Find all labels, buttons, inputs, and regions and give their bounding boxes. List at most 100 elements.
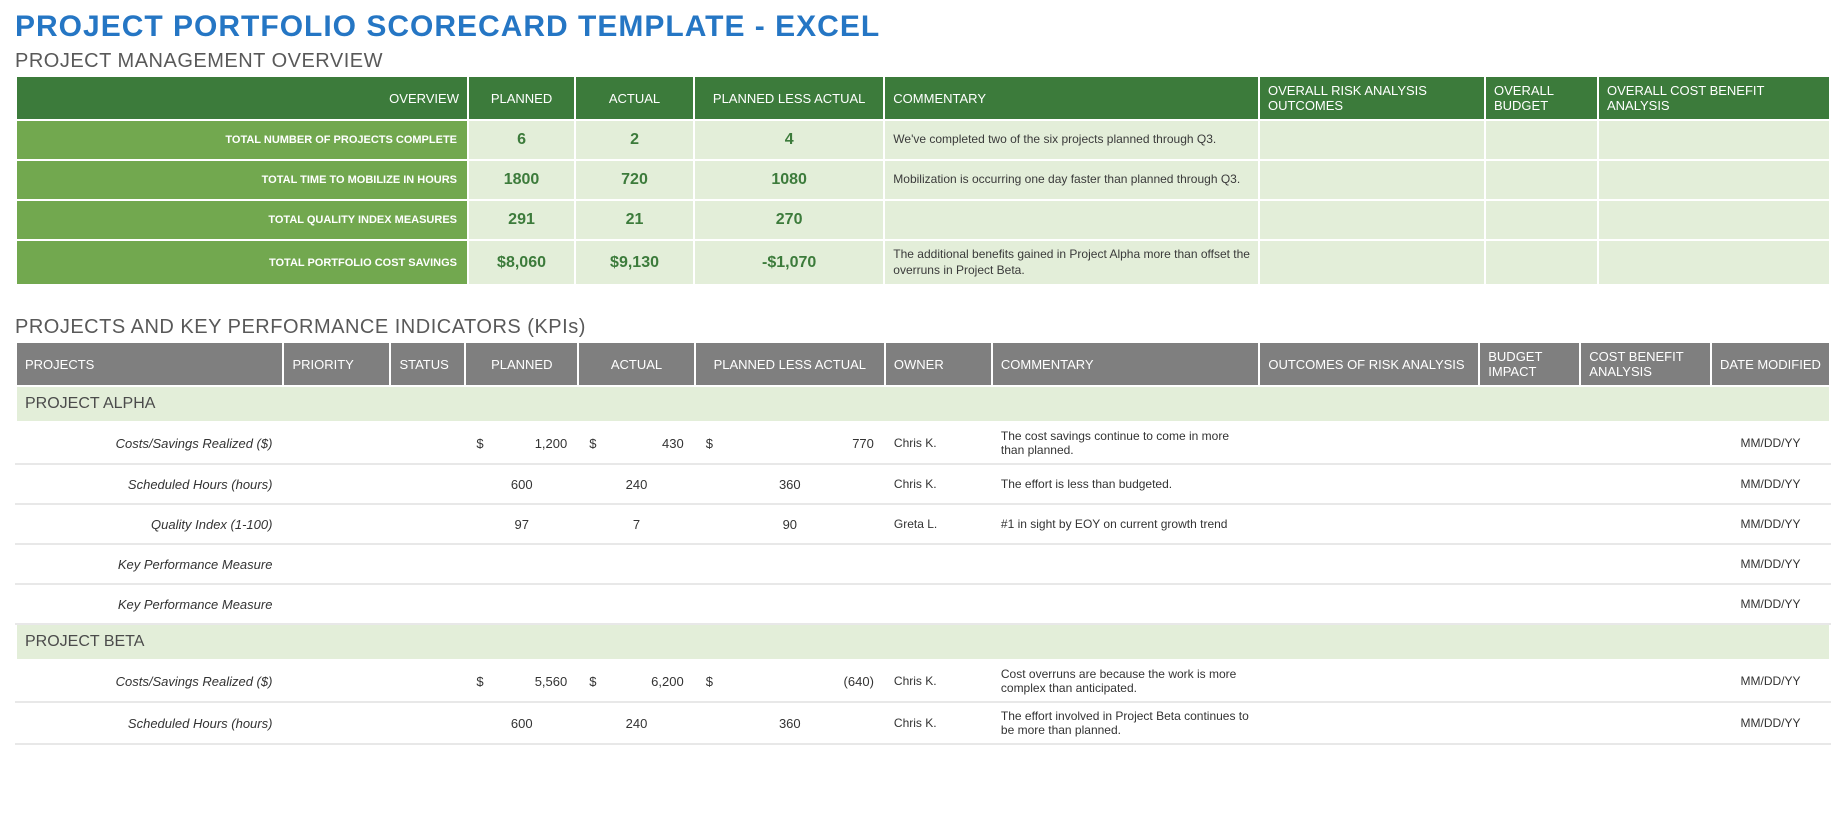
cba-cell[interactable] [1580, 702, 1711, 744]
status-cell[interactable]: YELLOW [390, 660, 465, 702]
kpi-actual[interactable]: 7 [578, 504, 694, 544]
commentary-cell[interactable]: The cost savings continue to come in mor… [992, 422, 1259, 464]
overview-comment[interactable]: We've completed two of the six projects … [884, 120, 1259, 160]
cba-cell[interactable] [1580, 504, 1711, 544]
overview-budget[interactable] [1485, 120, 1598, 160]
risk-cell[interactable] [1259, 422, 1479, 464]
date-modified-cell[interactable]: MM/DD/YY [1711, 544, 1830, 584]
overview-cba[interactable] [1598, 160, 1830, 200]
commentary-cell[interactable] [992, 584, 1259, 624]
overview-cba[interactable] [1598, 200, 1830, 240]
overview-risk[interactable] [1259, 240, 1485, 285]
date-modified-cell[interactable]: MM/DD/YY [1711, 464, 1830, 504]
risk-cell[interactable] [1259, 660, 1479, 702]
overview-actual[interactable]: 2 [575, 120, 694, 160]
date-modified-cell[interactable]: MM/DD/YY [1711, 702, 1830, 744]
commentary-cell[interactable]: Cost overruns are because the work is mo… [992, 660, 1259, 702]
overview-budget[interactable] [1485, 160, 1598, 200]
overview-budget[interactable] [1485, 200, 1598, 240]
budget-impact-cell[interactable] [1479, 504, 1580, 544]
owner-cell[interactable]: Chris K. [885, 660, 992, 702]
budget-impact-cell[interactable] [1479, 584, 1580, 624]
date-modified-cell[interactable]: MM/DD/YY [1711, 422, 1830, 464]
kpi-actual[interactable]: $6,200 [578, 660, 694, 702]
kpi-diff[interactable]: 360 [695, 702, 885, 744]
overview-diff[interactable]: 270 [694, 200, 884, 240]
risk-cell[interactable] [1259, 702, 1479, 744]
status-cell[interactable]: GREEN [390, 544, 465, 584]
overview-planned[interactable]: 1800 [468, 160, 575, 200]
overview-diff[interactable]: 1080 [694, 160, 884, 200]
owner-cell[interactable]: Chris K. [885, 464, 992, 504]
owner-cell[interactable]: Chris K. [885, 422, 992, 464]
cba-cell[interactable] [1580, 422, 1711, 464]
kpi-actual[interactable]: $430 [578, 422, 694, 464]
overview-actual[interactable]: $9,130 [575, 240, 694, 285]
date-modified-cell[interactable]: MM/DD/YY [1711, 504, 1830, 544]
status-cell[interactable]: GREEN [390, 584, 465, 624]
owner-cell[interactable]: Greta L. [885, 504, 992, 544]
priority-cell[interactable]: LOW [283, 544, 390, 584]
status-cell[interactable]: GREY [390, 702, 465, 744]
kpi-diff[interactable]: $770 [695, 422, 885, 464]
risk-cell[interactable] [1259, 504, 1479, 544]
overview-budget[interactable] [1485, 240, 1598, 285]
overview-diff[interactable]: -$1,070 [694, 240, 884, 285]
overview-planned[interactable]: 291 [468, 200, 575, 240]
commentary-cell[interactable]: The effort involved in Project Beta cont… [992, 702, 1259, 744]
cba-cell[interactable] [1580, 464, 1711, 504]
kpi-actual[interactable]: 240 [578, 702, 694, 744]
priority-cell[interactable]: HIGH [283, 660, 390, 702]
kpi-planned[interactable] [465, 544, 578, 584]
kpi-diff[interactable] [695, 544, 885, 584]
priority-cell[interactable]: HIGH [283, 504, 390, 544]
kpi-actual[interactable]: 240 [578, 464, 694, 504]
kpi-diff[interactable]: 90 [695, 504, 885, 544]
overview-planned[interactable]: 6 [468, 120, 575, 160]
overview-diff[interactable]: 4 [694, 120, 884, 160]
kpi-actual[interactable] [578, 544, 694, 584]
cba-cell[interactable] [1580, 584, 1711, 624]
budget-impact-cell[interactable] [1479, 422, 1580, 464]
status-cell[interactable]: RED [390, 464, 465, 504]
overview-actual[interactable]: 720 [575, 160, 694, 200]
overview-actual[interactable]: 21 [575, 200, 694, 240]
commentary-cell[interactable]: The effort is less than budgeted. [992, 464, 1259, 504]
owner-cell[interactable] [885, 584, 992, 624]
kpi-actual[interactable] [578, 584, 694, 624]
overview-risk[interactable] [1259, 200, 1485, 240]
priority-cell[interactable]: HIGH [283, 584, 390, 624]
cba-cell[interactable] [1580, 660, 1711, 702]
budget-impact-cell[interactable] [1479, 544, 1580, 584]
commentary-cell[interactable]: #1 in sight by EOY on current growth tre… [992, 504, 1259, 544]
date-modified-cell[interactable]: MM/DD/YY [1711, 584, 1830, 624]
priority-cell[interactable]: MEDIUM [283, 464, 390, 504]
budget-impact-cell[interactable] [1479, 464, 1580, 504]
overview-cba[interactable] [1598, 240, 1830, 285]
budget-impact-cell[interactable] [1479, 660, 1580, 702]
priority-cell[interactable]: LOW [283, 422, 390, 464]
owner-cell[interactable]: Chris K. [885, 702, 992, 744]
overview-cba[interactable] [1598, 120, 1830, 160]
overview-comment[interactable]: Mobilization is occurring one day faster… [884, 160, 1259, 200]
overview-planned[interactable]: $8,060 [468, 240, 575, 285]
overview-risk[interactable] [1259, 120, 1485, 160]
kpi-planned[interactable]: $5,560 [465, 660, 578, 702]
kpi-diff[interactable]: 360 [695, 464, 885, 504]
risk-cell[interactable] [1259, 584, 1479, 624]
risk-cell[interactable] [1259, 464, 1479, 504]
overview-comment[interactable]: The additional benefits gained in Projec… [884, 240, 1259, 285]
kpi-planned[interactable]: 600 [465, 464, 578, 504]
risk-cell[interactable] [1259, 544, 1479, 584]
cba-cell[interactable] [1580, 544, 1711, 584]
status-cell[interactable]: YELLOW [390, 422, 465, 464]
kpi-planned[interactable]: 97 [465, 504, 578, 544]
budget-impact-cell[interactable] [1479, 702, 1580, 744]
overview-comment[interactable] [884, 200, 1259, 240]
date-modified-cell[interactable]: MM/DD/YY [1711, 660, 1830, 702]
kpi-planned[interactable] [465, 584, 578, 624]
kpi-planned[interactable]: 600 [465, 702, 578, 744]
kpi-diff[interactable] [695, 584, 885, 624]
kpi-planned[interactable]: $1,200 [465, 422, 578, 464]
overview-risk[interactable] [1259, 160, 1485, 200]
